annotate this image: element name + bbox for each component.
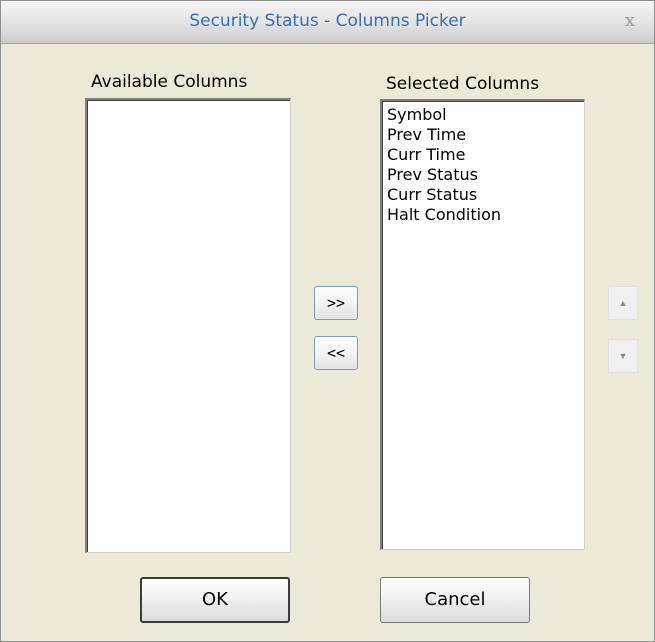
remove-column-button[interactable]: << — [314, 336, 358, 370]
selected-columns-list[interactable]: Symbol Prev Time Curr Time Prev Status Curr … — [380, 99, 585, 550]
cancel-button[interactable]: Cancel — [380, 577, 530, 623]
selected-column-item[interactable]: Prev Status — [382, 165, 584, 185]
available-columns-label: Available Columns — [91, 72, 248, 92]
selected-columns-label: Selected Columns — [386, 74, 540, 94]
selected-column-item[interactable]: Curr Time — [382, 145, 584, 165]
selected-column-item[interactable]: Halt Condition — [382, 205, 584, 225]
selected-column-item[interactable]: Symbol — [382, 105, 584, 125]
available-columns-list[interactable] — [85, 98, 291, 553]
selected-column-item[interactable]: Curr Status — [382, 185, 584, 205]
down-arrow-icon: ▼ — [618, 351, 628, 361]
close-button[interactable]: x — [620, 11, 640, 31]
add-column-button[interactable]: >> — [314, 286, 358, 320]
move-up-button[interactable]: ▲ — [608, 286, 638, 320]
up-arrow-icon: ▲ — [618, 298, 628, 308]
selected-column-item[interactable]: Prev Time — [382, 125, 584, 145]
ok-button[interactable]: OK — [140, 577, 290, 623]
move-down-button[interactable]: ▼ — [608, 339, 638, 373]
title-bar[interactable]: Security Status - Columns Picker x — [1, 1, 654, 44]
columns-picker-dialog: Security Status - Columns Picker x Avail… — [0, 0, 655, 642]
window-title: Security Status - Columns Picker — [189, 11, 466, 31]
